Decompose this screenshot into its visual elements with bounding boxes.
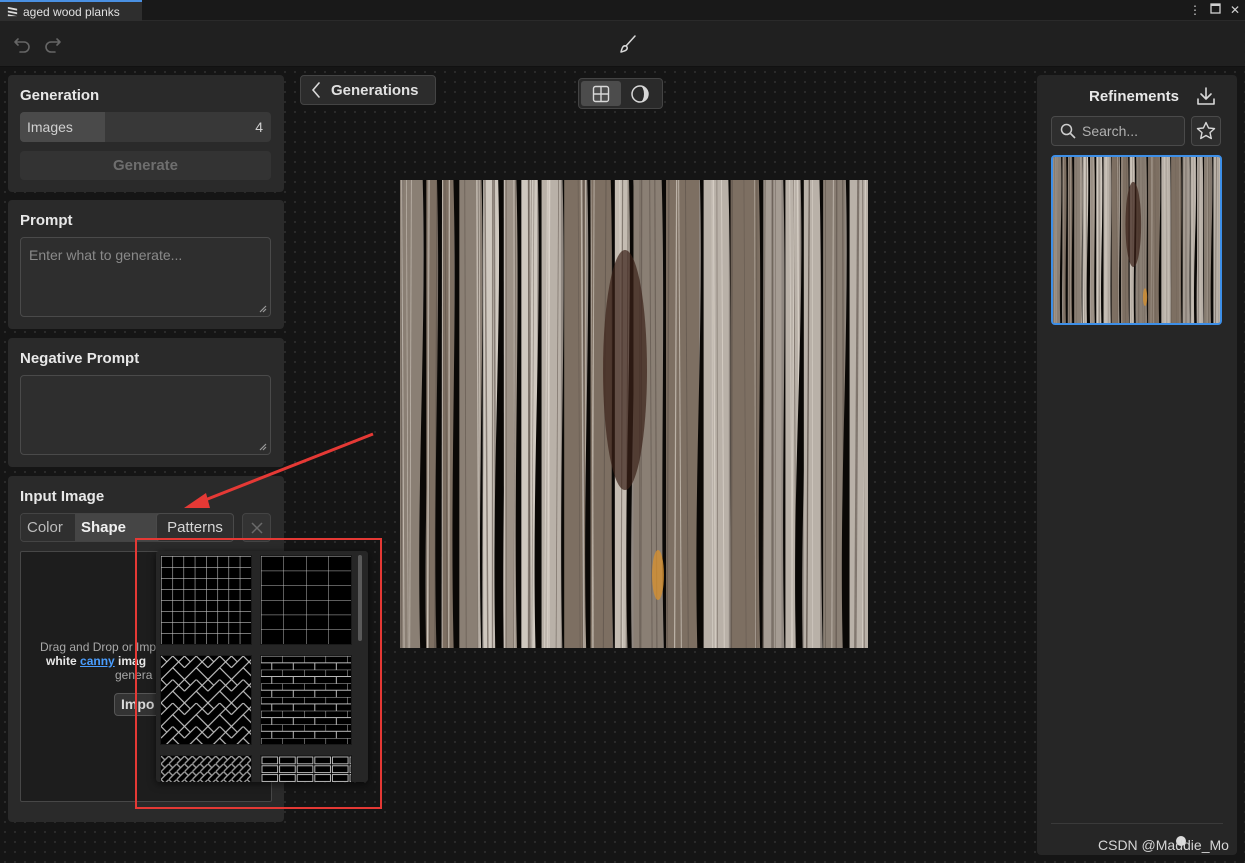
clear-input-button[interactable] bbox=[242, 513, 271, 542]
search-icon bbox=[1060, 123, 1076, 139]
canny-link[interactable]: canny bbox=[80, 654, 115, 668]
window-controls: ⋮ ✕ bbox=[1189, 2, 1241, 18]
brush-tool-button[interactable] bbox=[617, 33, 639, 55]
maximize-icon[interactable] bbox=[1209, 2, 1221, 18]
negative-prompt-title: Negative Prompt bbox=[20, 350, 140, 367]
star-icon bbox=[1196, 121, 1216, 140]
document-tab-title: aged wood planks bbox=[23, 4, 120, 19]
negative-prompt-input[interactable] bbox=[20, 375, 271, 455]
prompt-placeholder: Enter what to generate... bbox=[29, 247, 183, 263]
input-image-title: Input Image bbox=[20, 488, 105, 505]
negative-prompt-panel: Negative Prompt bbox=[8, 338, 284, 467]
refinements-panel: Refinements bbox=[1037, 75, 1237, 855]
patterns-button[interactable]: Patterns bbox=[156, 513, 234, 542]
search-input[interactable] bbox=[1082, 123, 1182, 139]
drop-text-line-2: imag bbox=[118, 654, 147, 668]
unity-logo-icon bbox=[7, 6, 18, 17]
watermark: CSDN @Maddie_Mo bbox=[1098, 837, 1229, 853]
pattern-herringbone[interactable] bbox=[160, 655, 252, 745]
material-preview-button[interactable] bbox=[621, 81, 661, 106]
generation-title: Generation bbox=[20, 87, 100, 104]
patterns-popup bbox=[156, 551, 368, 782]
redo-icon bbox=[45, 38, 61, 53]
close-icon bbox=[250, 521, 263, 534]
more-vertical-icon[interactable]: ⋮ bbox=[1189, 2, 1201, 18]
generated-wood-texture[interactable] bbox=[400, 180, 868, 648]
grid-view-button[interactable] bbox=[581, 81, 621, 106]
redo-button[interactable] bbox=[42, 33, 64, 55]
refinements-search[interactable] bbox=[1051, 116, 1185, 146]
chevron-left-icon bbox=[311, 82, 320, 98]
drop-text-bold: white bbox=[46, 654, 77, 668]
images-label: Images bbox=[27, 119, 73, 135]
pattern-grid[interactable] bbox=[160, 555, 252, 645]
material-sphere-icon bbox=[631, 84, 649, 103]
prompt-input[interactable]: Enter what to generate... bbox=[20, 237, 271, 317]
generation-panel: Generation Images 4 Generate bbox=[8, 75, 284, 192]
generate-button[interactable]: Generate bbox=[20, 151, 271, 180]
title-bar: aged wood planks ⋮ ✕ bbox=[0, 0, 1245, 21]
document-tab[interactable]: aged wood planks bbox=[0, 0, 142, 21]
grid-view-icon bbox=[592, 85, 609, 102]
close-icon[interactable]: ✕ bbox=[1229, 2, 1241, 18]
undo-icon bbox=[14, 38, 30, 53]
pattern-square-tiles[interactable] bbox=[260, 555, 352, 645]
panel-divider bbox=[1051, 823, 1223, 824]
prompt-panel: Prompt Enter what to generate... bbox=[8, 200, 284, 329]
refinements-title: Refinements bbox=[1089, 88, 1180, 105]
view-mode-toggle bbox=[578, 78, 663, 109]
favorites-button[interactable] bbox=[1191, 116, 1221, 146]
refinement-thumbnail[interactable] bbox=[1051, 155, 1222, 325]
input-mode-tabs: Color Shape bbox=[20, 513, 162, 542]
undo-button[interactable] bbox=[11, 33, 33, 55]
tab-shape[interactable]: Shape bbox=[75, 514, 161, 541]
images-count-slider[interactable]: Images 4 bbox=[20, 112, 271, 142]
resize-grip-icon[interactable] bbox=[257, 441, 267, 451]
pattern-bricks[interactable] bbox=[260, 655, 352, 745]
popup-scrollbar[interactable] bbox=[358, 555, 362, 641]
wood-planks-image bbox=[400, 180, 868, 648]
resize-grip-icon[interactable] bbox=[257, 303, 267, 313]
wood-thumbnail-image bbox=[1053, 157, 1220, 323]
toolbar bbox=[0, 21, 1245, 67]
back-label: Generations bbox=[331, 81, 419, 99]
tab-color[interactable]: Color bbox=[21, 514, 75, 541]
pattern-stone-bricks[interactable] bbox=[260, 755, 352, 782]
pattern-diagonal-weave[interactable] bbox=[160, 755, 252, 782]
brush-icon bbox=[620, 35, 636, 53]
prompt-title: Prompt bbox=[20, 212, 73, 229]
images-value: 4 bbox=[255, 119, 263, 135]
back-to-generations-button[interactable]: Generations bbox=[300, 75, 436, 105]
download-icon[interactable] bbox=[1195, 85, 1217, 107]
